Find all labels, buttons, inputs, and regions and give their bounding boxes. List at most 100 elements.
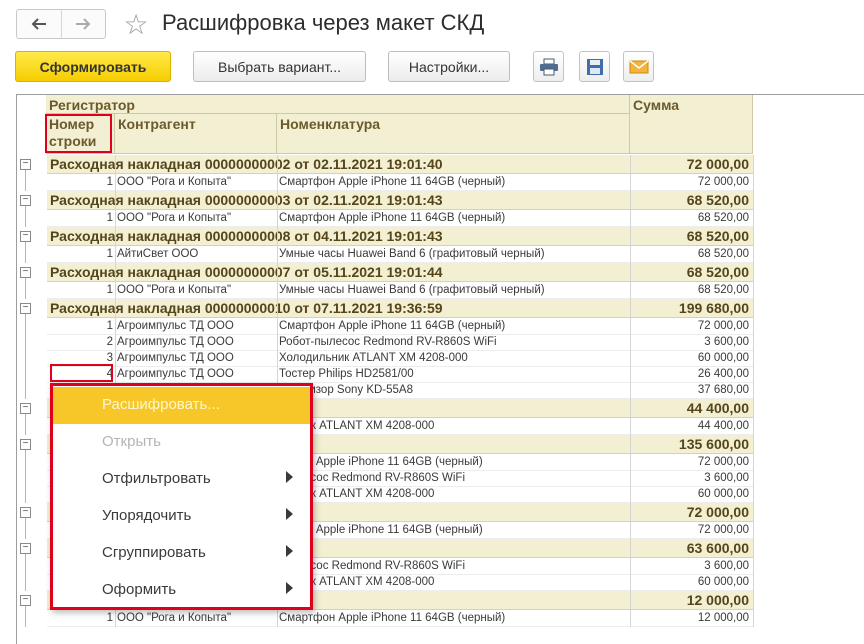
context-menu-item-label: Расшифровать... [102, 396, 220, 413]
collapse-group-icon[interactable]: − [20, 195, 31, 206]
nomenclature-cell[interactable]: Смартфон Apple iPhone 11 64GB (черный) [279, 320, 631, 332]
counterparty-cell[interactable]: Агроимпульс ТД ООО [117, 352, 277, 364]
group-row[interactable]: Расходная накладная 00000000002 от 02.11… [47, 155, 753, 174]
select-variant-button[interactable]: Выбрать вариант... [193, 51, 366, 82]
table-row[interactable]: 1 ООО "Рога и Копыта" Умные часы Huawei Ba… [47, 283, 753, 299]
sum-cell[interactable]: 3 600,00 [704, 336, 749, 348]
forward-button[interactable] [60, 10, 106, 38]
counterparty-cell[interactable]: ООО "Рога и Копыта" [117, 612, 277, 624]
counterparty-cell[interactable]: ООО "Рога и Копыта" [117, 284, 277, 296]
print-button[interactable] [533, 51, 564, 82]
collapse-group-icon[interactable]: − [20, 159, 31, 170]
sum-cell[interactable]: 60 000,00 [698, 576, 749, 588]
sum-cell[interactable]: 72 000,00 [698, 176, 749, 188]
line-number-cell[interactable]: 1 [47, 284, 113, 296]
submenu-arrow-icon [286, 508, 293, 520]
collapse-group-icon[interactable]: − [20, 507, 31, 518]
line-number-cell[interactable]: 1 [47, 212, 113, 224]
send-email-button[interactable] [623, 51, 654, 82]
sum-cell[interactable]: 26 400,00 [698, 368, 749, 380]
tree-line [25, 606, 26, 627]
line-number-cell[interactable]: 1 [47, 248, 113, 260]
nomenclature-cell[interactable]: Умные часы Huawei Band 6 (графитовый чер… [279, 248, 631, 260]
context-menu-item[interactable]: Отфильтровать [53, 461, 310, 498]
context-menu-item[interactable]: Сгруппировать [53, 535, 310, 572]
nomenclature-cell[interactable]: Смартфон Apple iPhone 11 64GB (черный) [279, 212, 631, 224]
line-number-cell[interactable]: 2 [47, 336, 113, 348]
nomenclature-cell[interactable]: -пылесос Redmond RV-R860S WiFi [279, 560, 631, 572]
context-menu-item-label: Сгруппировать [102, 544, 206, 561]
group-row[interactable]: Расходная накладная 00000000007 от 05.11… [47, 263, 753, 282]
group-row[interactable]: Расходная накладная 00000000003 от 02.11… [47, 191, 753, 210]
collapse-group-icon[interactable]: − [20, 543, 31, 554]
collapse-group-icon[interactable]: − [20, 439, 31, 450]
sum-cell[interactable]: 3 600,00 [704, 560, 749, 572]
group-row[interactable]: Расходная накладная 00000000010 от 07.11… [47, 299, 753, 318]
counterparty-cell[interactable]: ООО "Рога и Копыта" [117, 212, 277, 224]
back-button[interactable] [17, 10, 61, 38]
line-number-cell[interactable]: 1 [47, 320, 113, 332]
arrow-right-icon [76, 18, 91, 30]
collapse-group-icon[interactable]: − [20, 595, 31, 606]
counterparty-cell[interactable]: ООО "Рога и Копыта" [117, 176, 277, 188]
table-row[interactable]: 1 ООО "Рога и Копыта" Смартфон Apple iPhon… [47, 211, 753, 227]
context-menu-item[interactable]: Расшифровать... [53, 387, 310, 424]
context-menu: Расшифровать... Открыть Отфильтровать Упоря… [50, 383, 313, 610]
sum-cell[interactable]: 68 520,00 [698, 284, 749, 296]
nomenclature-cell[interactable]: ртфон Apple iPhone 11 64GB (черный) [279, 524, 631, 536]
table-row[interactable]: 1 ООО "Рога и Копыта" Смартфон Apple iPhon… [47, 175, 753, 191]
save-button[interactable] [579, 51, 610, 82]
nomenclature-cell[interactable]: Смартфон Apple iPhone 11 64GB (черный) [279, 176, 631, 188]
sum-cell[interactable]: 37 680,00 [698, 384, 749, 396]
nomenclature-cell[interactable]: ильник ATLANT XM 4208-000 [279, 576, 631, 588]
line-number-cell[interactable]: 3 [47, 352, 113, 364]
sum-cell[interactable]: 12 000,00 [698, 612, 749, 624]
table-row[interactable]: 4 Агроимпульс ТД ООО Тостер Philips HD2581… [47, 367, 753, 383]
sum-cell[interactable]: 3 600,00 [704, 472, 749, 484]
sum-cell[interactable]: 72 000,00 [698, 456, 749, 468]
sum-cell[interactable]: 60 000,00 [698, 352, 749, 364]
line-number-cell[interactable]: 1 [47, 176, 113, 188]
table-row[interactable]: 3 Агроимпульс ТД ООО Холодильник ATLANT XM… [47, 351, 753, 367]
nomenclature-cell[interactable]: Холодильник ATLANT XM 4208-000 [279, 352, 631, 364]
context-menu-item[interactable]: Оформить [53, 572, 310, 609]
settings-button[interactable]: Настройки... [388, 51, 510, 82]
counterparty-cell[interactable]: Агроимпульс ТД ООО [117, 320, 277, 332]
sum-cell[interactable]: 60 000,00 [698, 488, 749, 500]
table-row[interactable]: 1 ООО "Рога и Копыта" Смартфон Apple iPhon… [47, 611, 753, 627]
context-menu-item[interactable]: Упорядочить [53, 498, 310, 535]
counterparty-cell[interactable]: Агроимпульс ТД ООО [117, 336, 277, 348]
sum-cell[interactable]: 44 400,00 [698, 420, 749, 432]
star-icon[interactable]: ☆ [120, 9, 152, 41]
sum-cell[interactable]: 72 000,00 [698, 524, 749, 536]
sum-cell[interactable]: 72 000,00 [698, 320, 749, 332]
nomenclature-cell[interactable]: ртфон Apple iPhone 11 64GB (черный) [279, 456, 631, 468]
nomenclature-cell[interactable]: Тостер Philips HD2581/00 [279, 368, 631, 380]
nomenclature-cell[interactable]: Робот-пылесос Redmond RV-R860S WiFi [279, 336, 631, 348]
generate-button[interactable]: Сформировать [15, 51, 171, 82]
collapse-group-icon[interactable]: − [20, 303, 31, 314]
sum-cell[interactable]: 68 520,00 [698, 212, 749, 224]
nomenclature-cell[interactable]: -пылесос Redmond RV-R860S WiFi [279, 472, 631, 484]
table-row[interactable]: 2 Агроимпульс ТД ООО Робот-пылесос Redmond… [47, 335, 753, 351]
nomenclature-cell[interactable]: телевизор Sony KD-55A8 [279, 384, 631, 396]
counterparty-cell[interactable]: Агроимпульс ТД ООО [117, 368, 277, 380]
collapse-group-icon[interactable]: − [20, 231, 31, 242]
counterparty-cell[interactable]: АйтиСвет ООО [117, 248, 277, 260]
context-menu-item-label: Отфильтровать [102, 470, 211, 487]
line-number-cell[interactable]: 1 [47, 612, 113, 624]
collapse-group-icon[interactable]: − [20, 267, 31, 278]
tree-line [25, 554, 26, 591]
nomenclature-cell[interactable]: ильник ATLANT XM 4208-000 [279, 420, 631, 432]
sum-cell[interactable]: 68 520,00 [698, 248, 749, 260]
nomenclature-cell[interactable]: ильник ATLANT XM 4208-000 [279, 488, 631, 500]
group-row[interactable]: Расходная накладная 00000000008 от 04.11… [47, 227, 753, 246]
group-sum: 68 520,00 [686, 264, 749, 280]
nomenclature-cell[interactable]: Умные часы Huawei Band 6 (графитовый чер… [279, 284, 631, 296]
table-row[interactable]: 1 Агроимпульс ТД ООО Смартфон Apple iPhone… [47, 319, 753, 335]
tree-line [25, 278, 26, 299]
collapse-group-icon[interactable]: − [20, 403, 31, 414]
navigation-buttons [16, 9, 106, 39]
table-row[interactable]: 1 АйтиСвет ООО Умные часы Huawei Band 6 (г… [47, 247, 753, 263]
nomenclature-cell[interactable]: Смартфон Apple iPhone 11 64GB (черный) [279, 612, 631, 624]
